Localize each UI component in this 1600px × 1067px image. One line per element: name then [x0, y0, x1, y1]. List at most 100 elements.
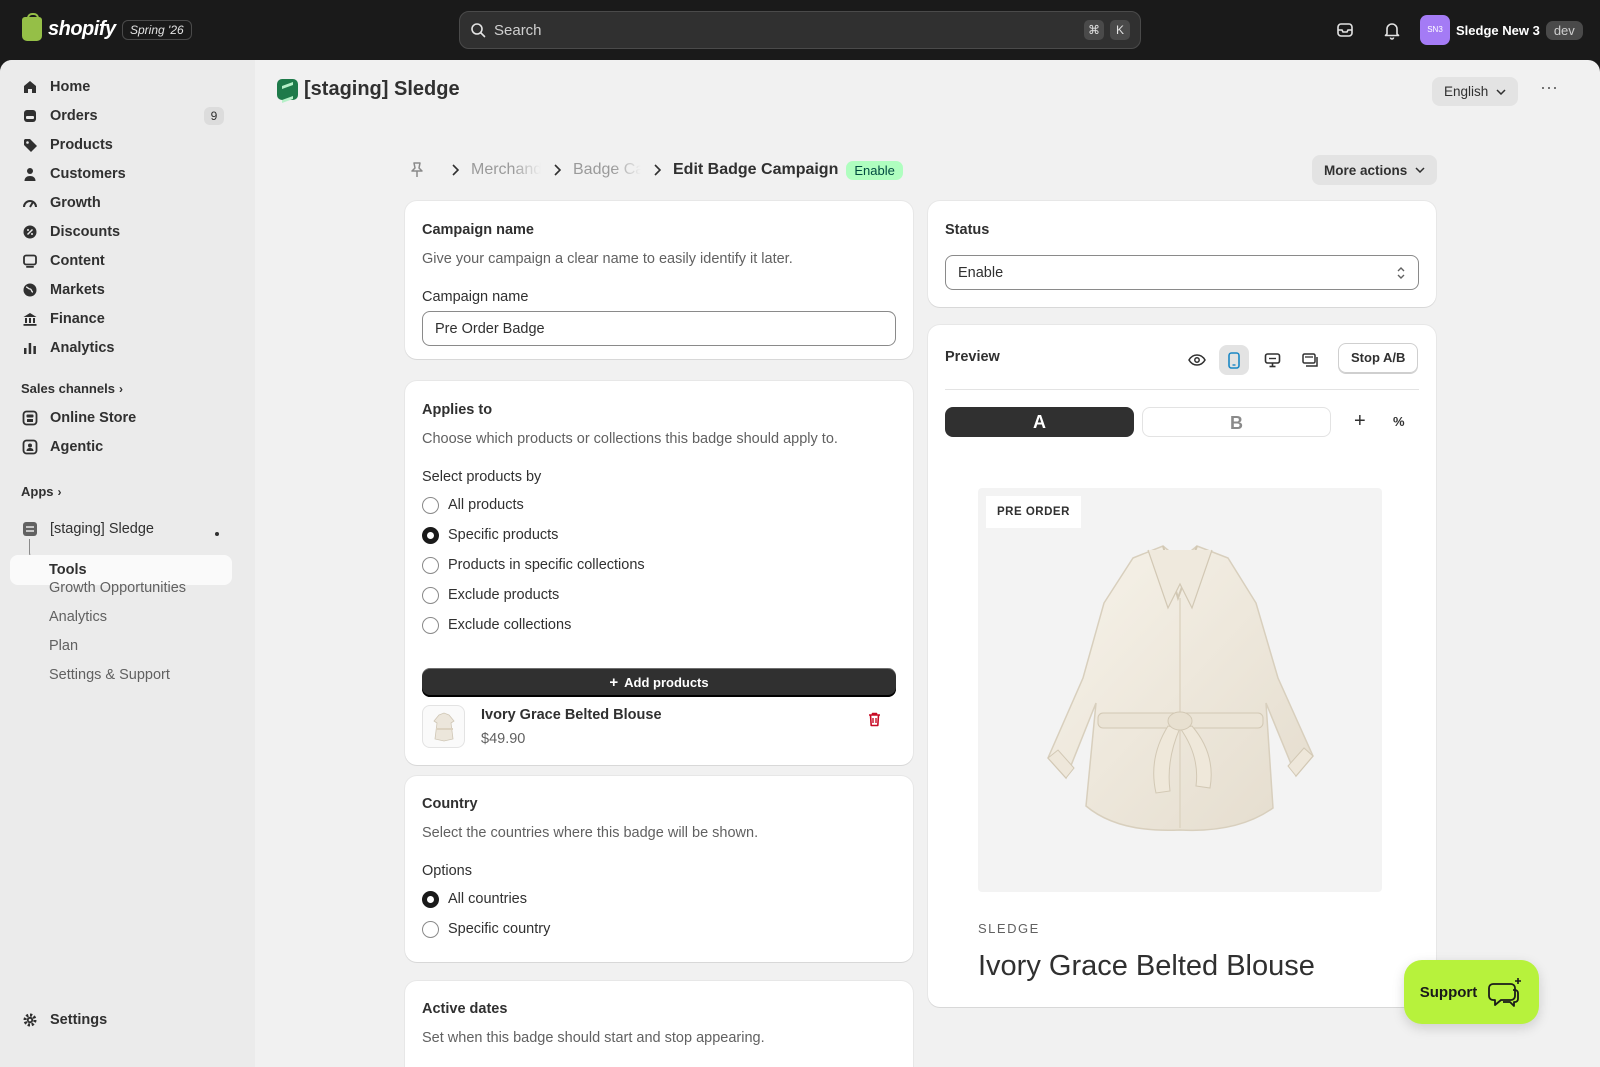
variant-b-tab[interactable]: B: [1142, 407, 1331, 437]
preview-collection-button[interactable]: [1295, 345, 1325, 375]
card-title: Status: [945, 222, 990, 238]
radio-exclude-products[interactable]: Exclude products: [422, 585, 559, 605]
radio-specific-collections[interactable]: Products in specific collections: [422, 555, 645, 575]
apps-header[interactable]: Apps ›: [21, 484, 62, 499]
sidebar-item-home[interactable]: Home: [10, 72, 232, 102]
bar-chart-icon: [24, 343, 36, 354]
sidebar-item-settings[interactable]: Settings: [10, 1005, 232, 1035]
brand-name: shopify: [48, 17, 116, 40]
bell-icon[interactable]: [1382, 20, 1402, 40]
preview-card: Preview Stop A/B A B + % PRE ORDER SLEDG…: [928, 325, 1436, 1007]
radio-button-selected[interactable]: [422, 890, 439, 908]
sidebar-item-label: Markets: [50, 282, 105, 298]
sidebar-item-discounts[interactable]: Discounts: [10, 217, 232, 247]
variant-a-tab[interactable]: A: [945, 407, 1134, 437]
discount-icon: [23, 225, 37, 239]
sidebar-item-content[interactable]: Content: [10, 246, 232, 276]
blouse-image: [1047, 545, 1314, 832]
chat-bubbles-icon: [1488, 978, 1522, 1007]
card-title: Active dates: [422, 1001, 508, 1017]
sidebar-item-products[interactable]: Products: [10, 130, 232, 160]
sidebar-item-label: Finance: [50, 311, 105, 327]
shopify-logo[interactable]: shopify: [22, 13, 116, 41]
split-percent-button[interactable]: %: [1393, 414, 1405, 429]
add-variant-button[interactable]: +: [1354, 410, 1366, 433]
sidebar-item-markets[interactable]: Markets: [10, 275, 232, 305]
home-icon: [24, 81, 36, 93]
active-dates-card: Active dates Set when this badge should …: [405, 981, 913, 1067]
radio-specific-country[interactable]: Specific country: [422, 919, 550, 939]
sidebar-item-finance[interactable]: Finance: [10, 304, 232, 334]
sidebar-item-app-sledge[interactable]: [staging] Sledge: [10, 514, 232, 544]
shortcut-k-key: K: [1110, 20, 1130, 40]
collection-icon: [1301, 352, 1318, 367]
campaign-name-input[interactable]: [422, 311, 896, 346]
search-bar[interactable]: ⌘ K: [459, 11, 1141, 49]
radio-label: All products: [448, 497, 524, 513]
sidebar-item-plan[interactable]: Plan: [49, 631, 78, 661]
sidebar-item-settings-support[interactable]: Settings & Support: [49, 660, 170, 690]
preview-eye-button[interactable]: [1182, 345, 1212, 375]
preview-desktop-button[interactable]: [1257, 345, 1287, 375]
chevron-right-icon: [452, 164, 459, 176]
bank-icon: [23, 313, 37, 326]
add-products-button[interactable]: + Add products: [422, 668, 896, 697]
gauge-icon: [23, 200, 37, 208]
sidebar-item-label: Home: [50, 79, 91, 95]
status-card: Status Enable: [928, 201, 1436, 307]
radio-button[interactable]: [422, 496, 439, 514]
radio-button[interactable]: [422, 556, 439, 574]
sidebar-item-analytics[interactable]: Analytics: [10, 333, 232, 363]
more-options-icon[interactable]: ···: [1537, 78, 1561, 102]
radio-all-countries[interactable]: All countries: [422, 889, 527, 909]
gear-icon: [23, 1013, 37, 1027]
sidebar-item-app-analytics[interactable]: Analytics: [49, 602, 107, 632]
breadcrumb-merchandising[interactable]: Merchandising: [471, 161, 541, 179]
language-label: English: [1444, 84, 1489, 99]
product-name: Ivory Grace Belted Blouse: [481, 707, 662, 723]
orders-icon: [24, 110, 36, 122]
env-badge: dev: [1545, 20, 1583, 40]
inbox-icon[interactable]: [1335, 20, 1355, 40]
shopify-bag-icon: [22, 13, 42, 41]
app-shell: Home Orders 9 Products Customers Growth …: [0, 60, 1600, 1067]
sidebar-item-agentic[interactable]: Agentic: [10, 432, 232, 462]
radio-button-selected[interactable]: [422, 526, 439, 544]
radio-button[interactable]: [422, 586, 439, 604]
radio-exclude-collections[interactable]: Exclude collections: [422, 615, 571, 635]
radio-all-products[interactable]: All products: [422, 495, 524, 515]
sidebar-item-growth[interactable]: Growth: [10, 188, 232, 218]
store-name: Sledge New 3: [1456, 22, 1540, 38]
field-label: Select products by: [422, 469, 542, 485]
status-select[interactable]: Enable: [945, 255, 1419, 290]
search-input[interactable]: [494, 21, 1078, 39]
preview-mobile-button[interactable]: [1219, 345, 1249, 375]
sidebar-item-growth-opportunities[interactable]: Growth Opportunities: [49, 573, 186, 603]
sidebar-item-orders[interactable]: Orders 9: [10, 101, 232, 131]
content-icon: [23, 254, 37, 268]
sidebar-item-customers[interactable]: Customers: [10, 159, 232, 189]
support-button[interactable]: Support: [1404, 960, 1539, 1024]
sidebar-item-label: Settings: [50, 1012, 108, 1028]
radio-label: All countries: [448, 891, 527, 907]
language-selector[interactable]: English: [1432, 77, 1519, 106]
sales-channels-header[interactable]: Sales channels ›: [21, 381, 123, 396]
sidebar-item-label: Customers: [50, 166, 126, 182]
radio-specific-products[interactable]: Specific products: [422, 525, 558, 545]
country-card: Country Select the countries where this …: [405, 776, 913, 962]
product-vendor: SLEDGE: [978, 921, 1040, 936]
store-switcher[interactable]: SN3 Sledge New 3 dev: [1420, 15, 1583, 45]
status-badge: Enable: [846, 160, 903, 180]
sidebar-item-label: Growth: [50, 195, 101, 211]
trash-icon[interactable]: [866, 711, 883, 728]
field-label: Campaign name: [422, 289, 529, 305]
apps-label: Apps: [21, 484, 54, 499]
stop-ab-button[interactable]: Stop A/B: [1338, 343, 1419, 373]
sidebar-item-online-store[interactable]: Online Store: [10, 403, 232, 433]
more-actions-button[interactable]: More actions: [1312, 155, 1438, 185]
breadcrumb-badge-campaigns[interactable]: Badge Campaigns: [573, 161, 641, 179]
person-icon: [24, 168, 36, 181]
pin-icon[interactable]: [409, 161, 425, 179]
radio-button[interactable]: [422, 920, 439, 938]
radio-button[interactable]: [422, 616, 439, 634]
